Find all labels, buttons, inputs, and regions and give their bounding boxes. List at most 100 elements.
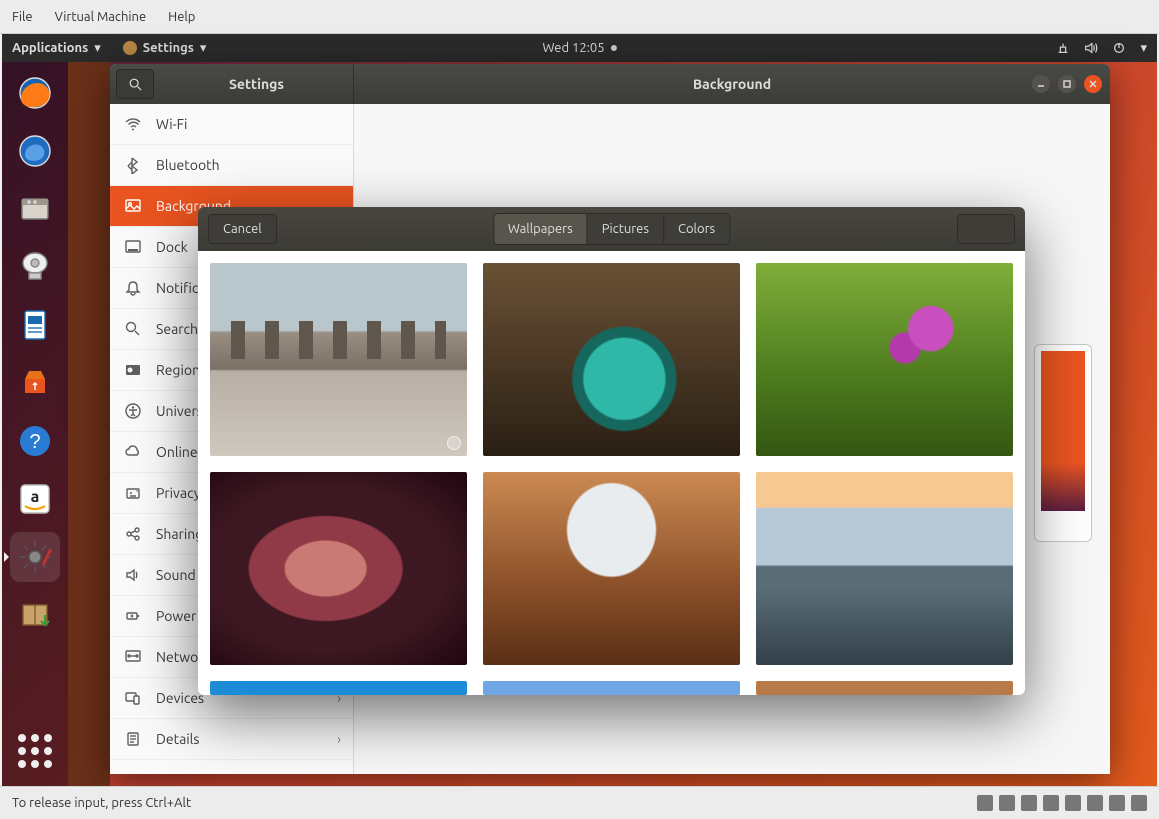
settings-sidebar-title: Settings [160,76,353,92]
tray-icon[interactable] [1065,795,1081,811]
panel-app-indicator[interactable]: Settings▾ [123,41,207,56]
sidebar-item-label: Sharing [156,526,203,542]
launcher-amazon[interactable]: a [10,474,60,524]
launcher-rhythmbox[interactable] [10,242,60,292]
tab-wallpapers[interactable]: Wallpapers [494,214,588,244]
wallpaper-thumb[interactable] [210,681,467,695]
wallpaper-thumb[interactable] [483,263,740,456]
launcher-package[interactable] [10,590,60,640]
sidebar-item-label: Details [156,731,199,747]
gear-icon [123,41,137,55]
gnome-panel: Applications▾ Settings▾ Wed 12:05 ▾ [2,34,1157,62]
launcher-help[interactable]: ? [10,416,60,466]
host-status-hint: To release input, press Ctrl+Alt [12,796,191,810]
applications-menu[interactable]: Applications▾ [12,41,101,56]
sidebar-item-label: Wi-Fi [156,116,187,132]
volume-icon[interactable] [1084,41,1098,55]
sidebar-item-bluetooth[interactable]: Bluetooth [110,145,353,186]
svg-text:?: ? [29,431,40,453]
globe-icon [124,361,142,379]
background-icon [124,197,142,215]
search-icon [128,77,142,91]
wallpaper-thumb[interactable] [483,681,740,695]
power-icon[interactable] [1112,41,1126,55]
svg-text:a: a [31,488,40,506]
settings-search-button[interactable] [116,69,154,99]
window-minimize-button[interactable] [1032,75,1050,93]
launcher-writer[interactable] [10,300,60,350]
launcher-settings[interactable] [10,532,60,582]
background-window-strip [68,62,110,786]
settings-titlebar: Settings Background [110,64,1110,104]
panel-system-area: ▾ [1056,41,1147,56]
sidebar-item-label: Search [156,321,198,337]
desktop: ? a Settings Background [2,62,1157,786]
sidebar-item-label: Sound [156,567,196,583]
launcher-files[interactable] [10,184,60,234]
accessibility-icon [124,402,142,420]
host-menu-help[interactable]: Help [168,10,195,24]
tray-icon[interactable] [977,795,993,811]
share-icon [124,525,142,543]
sidebar-item-label: Devices [156,690,204,706]
network-icon[interactable] [1056,41,1070,55]
host-tray [977,795,1147,811]
sound-icon [124,566,142,584]
wallpaper-thumb[interactable] [210,263,467,456]
wallpaper-grid[interactable] [198,251,1025,695]
sidebar-item-details[interactable]: Details › [110,719,353,760]
panel-clock[interactable]: Wed 12:05 [542,41,616,55]
sidebar-item-label: Privacy [156,485,200,501]
tray-icon[interactable] [1131,795,1147,811]
background-preview-card [1034,344,1092,564]
settings-content-title: Background [693,76,771,92]
dialog-headerbar: Cancel Wallpapers Pictures Colors [198,207,1025,251]
guest-viewport: Applications▾ Settings▾ Wed 12:05 ▾ ? a [2,34,1157,786]
host-menubar: File Virtual Machine Help [0,0,1159,34]
wallpaper-thumb[interactable] [756,263,1013,456]
bell-icon [124,279,142,297]
wallpaper-thumb[interactable] [483,472,740,665]
tab-pictures[interactable]: Pictures [588,214,664,244]
wallpaper-dialog: Cancel Wallpapers Pictures Colors [198,207,1025,695]
host-menu-file[interactable]: File [12,10,33,24]
launcher-firefox[interactable] [10,68,60,118]
sidebar-item-label: Bluetooth [156,157,220,173]
launcher: ? a [2,62,68,786]
show-applications-button[interactable] [10,726,60,776]
devices-icon [124,689,142,707]
tray-icon[interactable] [1087,795,1103,811]
host-menu-vm[interactable]: Virtual Machine [55,10,147,24]
chevron-right-icon: › [337,731,341,747]
tray-icon[interactable] [1109,795,1125,811]
dock-icon [124,238,142,256]
sidebar-item-wifi[interactable]: Wi-Fi [110,104,353,145]
dialog-tab-switcher: Wallpapers Pictures Colors [493,213,730,245]
tray-icon[interactable] [1043,795,1059,811]
tray-icon[interactable] [1021,795,1037,811]
tray-icon[interactable] [999,795,1015,811]
wifi-icon [124,115,142,133]
tab-colors[interactable]: Colors [664,214,729,244]
cancel-button[interactable]: Cancel [208,214,277,244]
wallpaper-thumb[interactable] [210,472,467,665]
chevron-down-icon[interactable]: ▾ [1140,41,1147,56]
launcher-thunderbird[interactable] [10,126,60,176]
host-statusbar: To release input, press Ctrl+Alt [0,786,1159,819]
bluetooth-icon [124,156,142,174]
selected-indicator-icon [447,436,461,450]
sidebar-item-label: Power [156,608,196,624]
cloud-icon [124,443,142,461]
power-icon [124,607,142,625]
window-maximize-button[interactable] [1058,75,1076,93]
select-button[interactable] [957,214,1015,244]
network-icon [124,648,142,666]
wallpaper-thumb[interactable] [756,681,1013,695]
window-close-button[interactable] [1084,75,1102,93]
wallpaper-thumb[interactable] [756,472,1013,665]
search-icon [124,320,142,338]
privacy-icon [124,484,142,502]
details-icon [124,730,142,748]
launcher-software[interactable] [10,358,60,408]
sidebar-item-label: Dock [156,239,188,255]
